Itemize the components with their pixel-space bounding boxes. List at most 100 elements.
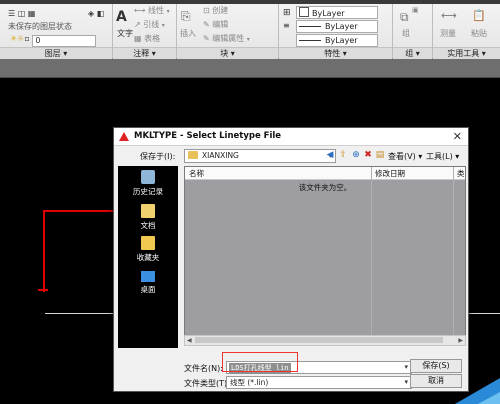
empty-folder-message: 该文件夹为空。 — [298, 183, 352, 192]
place-desktop[interactable]: 桌面 — [118, 271, 178, 295]
documents-icon — [141, 204, 155, 218]
scroll-right-icon[interactable]: ▶ — [458, 336, 463, 345]
create-icon: ⊡ — [203, 6, 210, 15]
place-documents-label: 文档 — [140, 221, 156, 230]
scroll-left-icon[interactable]: ◀ — [187, 336, 192, 345]
color-swatch — [299, 7, 309, 17]
horizontal-scrollbar[interactable]: ◀ ▶ — [184, 335, 466, 346]
color-combo[interactable]: ByLayer — [296, 6, 378, 19]
chevron-down-icon: ▾ — [404, 378, 408, 386]
table-button[interactable]: ▦ 表格 — [134, 33, 160, 44]
leader-button[interactable]: ↗ 引线 ▾ — [134, 19, 165, 30]
file-tabs-bar — [0, 59, 500, 78]
edit-attribute-button[interactable]: ✎ 编辑属性 ▾ — [203, 33, 250, 44]
back-arrow-icon[interactable]: ◀ — [324, 150, 336, 161]
desktop-icon — [141, 271, 155, 282]
column-date-modified[interactable]: 修改日期 — [375, 168, 405, 179]
dialog-title: MKLTYPE - Select Linetype File — [134, 131, 282, 141]
white-line-left — [45, 313, 113, 314]
white-line-right — [467, 313, 500, 314]
create-label: 创建 — [212, 6, 229, 15]
look-in-combo[interactable]: XIANXING ▾ — [184, 149, 336, 163]
highlight-annotation-box — [222, 352, 298, 372]
dialog-titlebar: MKLTYPE - Select Linetype File ✕ — [114, 128, 468, 146]
new-folder-icon[interactable]: ▤ — [374, 150, 386, 161]
look-in-label: 保存于(I): — [140, 152, 176, 161]
chevron-down-icon: ▾ — [404, 363, 408, 371]
edit-block-button[interactable]: ✎ 编辑 — [203, 19, 228, 30]
linetype-combo[interactable]: ByLayer — [296, 20, 378, 33]
dim-icon: ⟷ — [134, 6, 146, 15]
attribute-icon: ✎ — [203, 34, 210, 43]
layer-combo[interactable]: 0 — [32, 35, 97, 47]
tools-label: 工具(L) — [426, 152, 453, 161]
edit-icon: ✎ — [203, 20, 210, 29]
place-favorites[interactable]: 收藏夹 — [118, 236, 178, 263]
edit-attribute-label: 编辑属性 — [212, 34, 245, 43]
color-value: ByLayer — [312, 9, 345, 18]
panel-utilities-title[interactable]: 实用工具 ▾ — [433, 47, 500, 59]
views-label: 查看(V) — [388, 152, 416, 161]
lineweight-combo[interactable]: ByLayer — [296, 34, 378, 47]
place-desktop-label: 桌面 — [140, 285, 156, 294]
close-icon[interactable]: ✕ — [453, 130, 462, 143]
panel-group-title[interactable]: 组 ▾ — [393, 47, 432, 59]
edit-label: 编辑 — [212, 20, 229, 29]
search-web-icon[interactable]: ⊕ — [350, 150, 362, 161]
places-bar: 历史记录 文档 收藏夹 桌面 — [118, 166, 178, 348]
group-button[interactable]: 组 — [402, 28, 410, 39]
dim-label: 线性 — [148, 6, 165, 15]
leader-label: 引线 — [143, 20, 160, 29]
up-folder-icon[interactable]: ⇧ — [337, 150, 349, 161]
place-history-label: 历史记录 — [133, 187, 163, 196]
panel-properties-title[interactable]: 特性 ▾ — [279, 47, 392, 59]
file-list[interactable]: 名称 修改日期 类 该文件夹为空。 — [184, 166, 466, 336]
look-in-value: XIANXING — [202, 151, 239, 160]
group-tools-icon[interactable]: ▣ — [412, 6, 419, 14]
filename-label: 文件名(N): — [184, 364, 223, 373]
layer-state-icons[interactable]: ☰ ◫ ▦ — [8, 9, 35, 18]
lineweight-value: ByLayer — [325, 36, 358, 45]
red-line-top — [43, 210, 113, 212]
place-history[interactable]: 历史记录 — [118, 170, 178, 197]
corner-decoration-light — [478, 392, 500, 404]
panel-block-title[interactable]: 块 ▾ — [177, 47, 278, 59]
paste-icon[interactable]: 📋 — [472, 9, 486, 22]
place-favorites-label: 收藏夹 — [136, 253, 160, 262]
panel-annotation-title[interactable]: 注释 ▾ — [113, 47, 176, 59]
filetype-label: 文件类型(T): — [184, 379, 230, 388]
insert-button[interactable]: 插入 — [180, 28, 196, 39]
insert-block-icon[interactable]: ⎘ — [181, 9, 191, 24]
tools-menu[interactable]: 工具(L) ▾ — [426, 151, 459, 162]
text-button[interactable]: 文字 — [117, 28, 133, 39]
layer-controls[interactable]: ☀☼▫ 0 — [10, 34, 97, 47]
linetype-value: ByLayer — [325, 22, 358, 31]
lock-icon: ▫ — [24, 34, 30, 43]
leader-icon: ↗ — [134, 20, 141, 29]
scrollbar-thumb[interactable] — [195, 337, 443, 343]
layer-state-combo[interactable]: 未保存的图层状态 — [8, 21, 72, 32]
panel-layers-title[interactable]: 图层 ▾ — [0, 47, 112, 59]
list-icon[interactable]: ≡ — [283, 21, 290, 30]
save-button[interactable]: 保存(S) — [410, 359, 462, 373]
delete-icon[interactable]: ✖ — [362, 150, 374, 161]
group-icon[interactable]: ⧉ — [400, 10, 409, 25]
autocad-app-icon — [119, 132, 129, 141]
place-documents[interactable]: 文档 — [118, 204, 178, 231]
dim-button[interactable]: ⟷ 线性 ▾ — [134, 5, 170, 16]
match-properties-icon[interactable]: ⊞ — [283, 8, 291, 18]
create-block-button[interactable]: ⊡ 创建 — [203, 5, 228, 16]
ribbon: ☰ ◫ ▦ 未保存的图层状态 ☀☼▫ 0 ◈ ◧ A 文字 ⟷ 线性 ▾ ↗ 引… — [0, 0, 500, 59]
layer-current-name: 0 — [35, 36, 41, 45]
column-name[interactable]: 名称 — [189, 168, 204, 179]
red-tick — [38, 289, 48, 291]
text-A-icon[interactable]: A — [116, 9, 127, 25]
paste-button[interactable]: 粘贴 — [471, 28, 487, 39]
history-icon — [141, 170, 155, 184]
measure-button[interactable]: 测量 — [440, 28, 456, 39]
measure-icon[interactable]: ⟷ — [441, 9, 457, 22]
filetype-select[interactable]: 线型 (*.lin) ▾ — [226, 376, 412, 389]
views-menu[interactable]: 查看(V) ▾ — [388, 151, 422, 162]
layer-tools-icon[interactable]: ◈ ◧ — [88, 9, 104, 18]
column-type[interactable]: 类 — [457, 168, 465, 179]
